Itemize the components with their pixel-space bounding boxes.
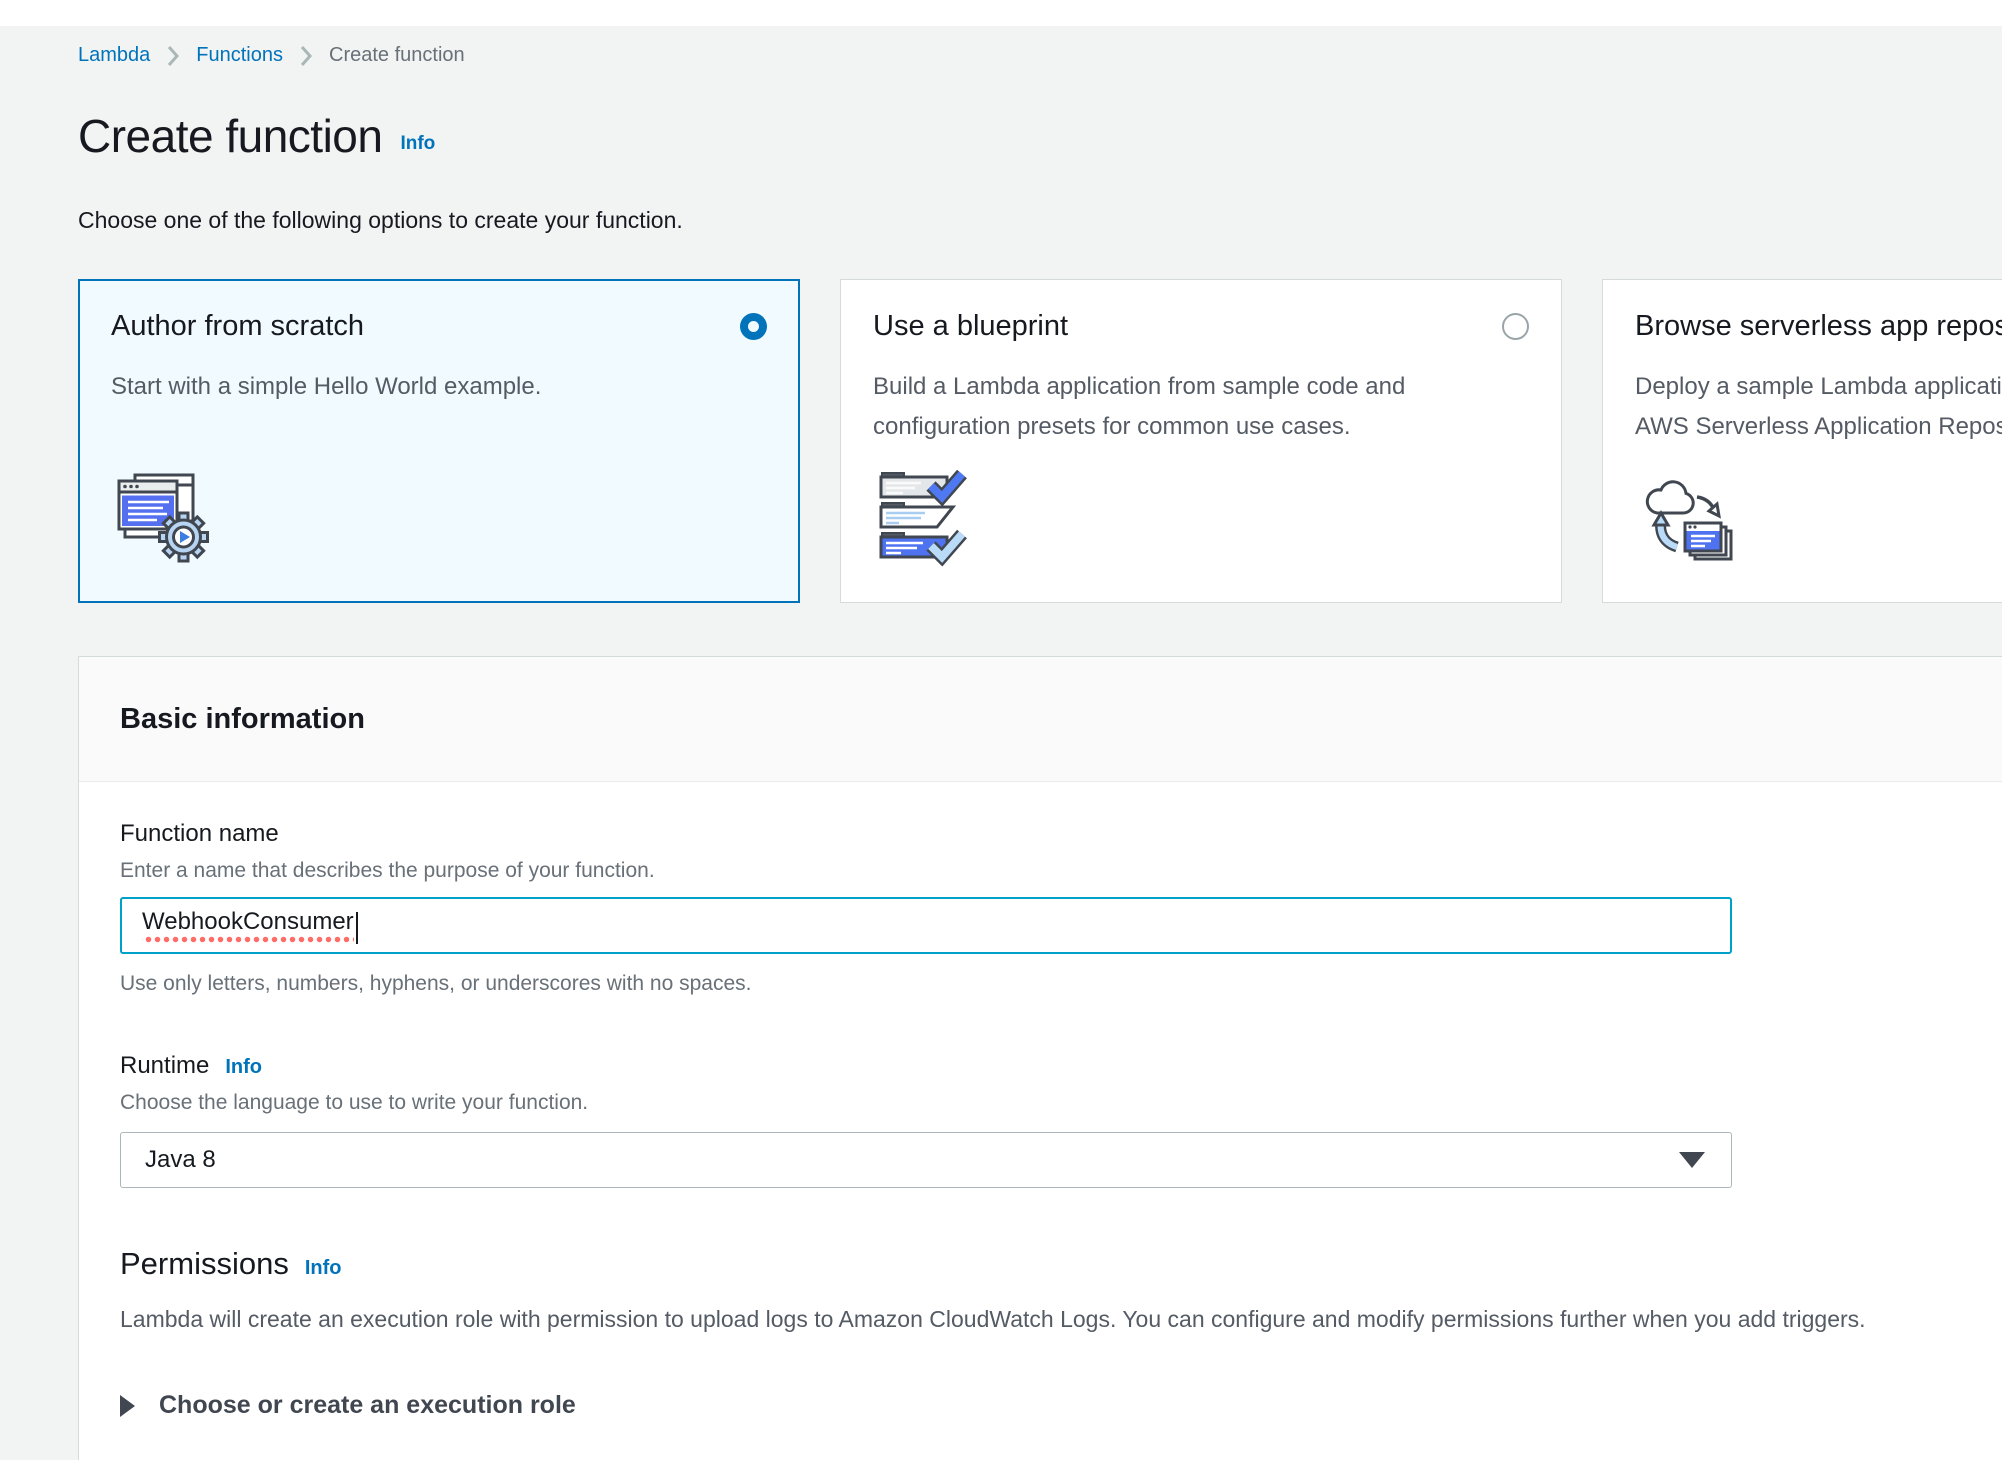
breadcrumb: Lambda Functions Create function — [78, 44, 2002, 67]
permissions-title: Permissions — [120, 1246, 289, 1282]
serverless-app-repository-icon — [1635, 469, 2002, 574]
intro-text: Choose one of the following options to c… — [78, 207, 2002, 234]
function-name-value: WebhookConsumer — [142, 908, 354, 943]
basic-information-panel: Basic information Function name Enter a … — [78, 656, 2002, 1460]
breadcrumb-lambda[interactable]: Lambda — [78, 44, 150, 67]
breadcrumb-current: Create function — [329, 44, 465, 67]
chevron-right-icon — [166, 45, 180, 67]
card-description-line: configuration presets for common use cas… — [873, 407, 1529, 447]
runtime-info-link[interactable]: Info — [225, 1056, 262, 1079]
card-browse-serverless-app-repository[interactable]: Browse serverless app repository Deploy … — [1602, 279, 2002, 603]
execution-role-expander[interactable]: Choose or create an execution role — [120, 1391, 2002, 1420]
panel-title: Basic information — [120, 703, 365, 736]
card-description-line: Build a Lambda application from sample c… — [873, 367, 1529, 407]
dropdown-arrow-icon — [1679, 1152, 1705, 1168]
function-name-input[interactable]: WebhookConsumer — [120, 897, 1732, 954]
radio-selected-icon[interactable] — [740, 313, 767, 340]
card-use-a-blueprint[interactable]: Use a blueprint Build a Lambda applicati… — [840, 279, 1562, 603]
function-name-label: Function name — [120, 820, 2002, 848]
permissions-info-link[interactable]: Info — [305, 1257, 342, 1280]
top-strip — [0, 0, 2002, 26]
card-description-line: Deploy a sample Lambda application from … — [1635, 367, 2002, 407]
blueprint-icon — [873, 469, 1529, 574]
page-title: Create function — [78, 109, 382, 163]
runtime-select[interactable]: Java 8 — [120, 1132, 1732, 1188]
card-description-line: AWS Serverless Application Repository — [1635, 407, 2002, 447]
function-name-hint: Use only letters, numbers, hyphens, or u… — [120, 972, 2002, 996]
card-author-from-scratch[interactable]: Author from scratch Start with a simple … — [78, 279, 800, 603]
creation-option-cards: Author from scratch Start with a simple … — [78, 279, 2002, 603]
runtime-help: Choose the language to use to write your… — [120, 1091, 2002, 1115]
card-title: Browse serverless app repository — [1635, 310, 2002, 343]
expand-triangle-icon — [120, 1395, 135, 1417]
card-title: Author from scratch — [111, 310, 364, 343]
title-info-link[interactable]: Info — [400, 133, 435, 155]
permissions-description: Lambda will create an execution role wit… — [120, 1306, 2002, 1333]
breadcrumb-functions[interactable]: Functions — [196, 44, 283, 67]
author-from-scratch-icon — [111, 469, 767, 574]
card-description-line: Start with a simple Hello World example. — [111, 367, 767, 407]
function-name-help: Enter a name that describes the purpose … — [120, 859, 2002, 883]
execution-role-expander-label: Choose or create an execution role — [159, 1391, 576, 1420]
runtime-selected-value: Java 8 — [145, 1146, 216, 1174]
card-title: Use a blueprint — [873, 310, 1068, 343]
radio-unselected-icon[interactable] — [1502, 313, 1529, 340]
chevron-right-icon — [299, 45, 313, 67]
runtime-label: Runtime — [120, 1052, 209, 1080]
panel-header: Basic information — [79, 657, 2002, 782]
text-caret — [356, 912, 358, 944]
